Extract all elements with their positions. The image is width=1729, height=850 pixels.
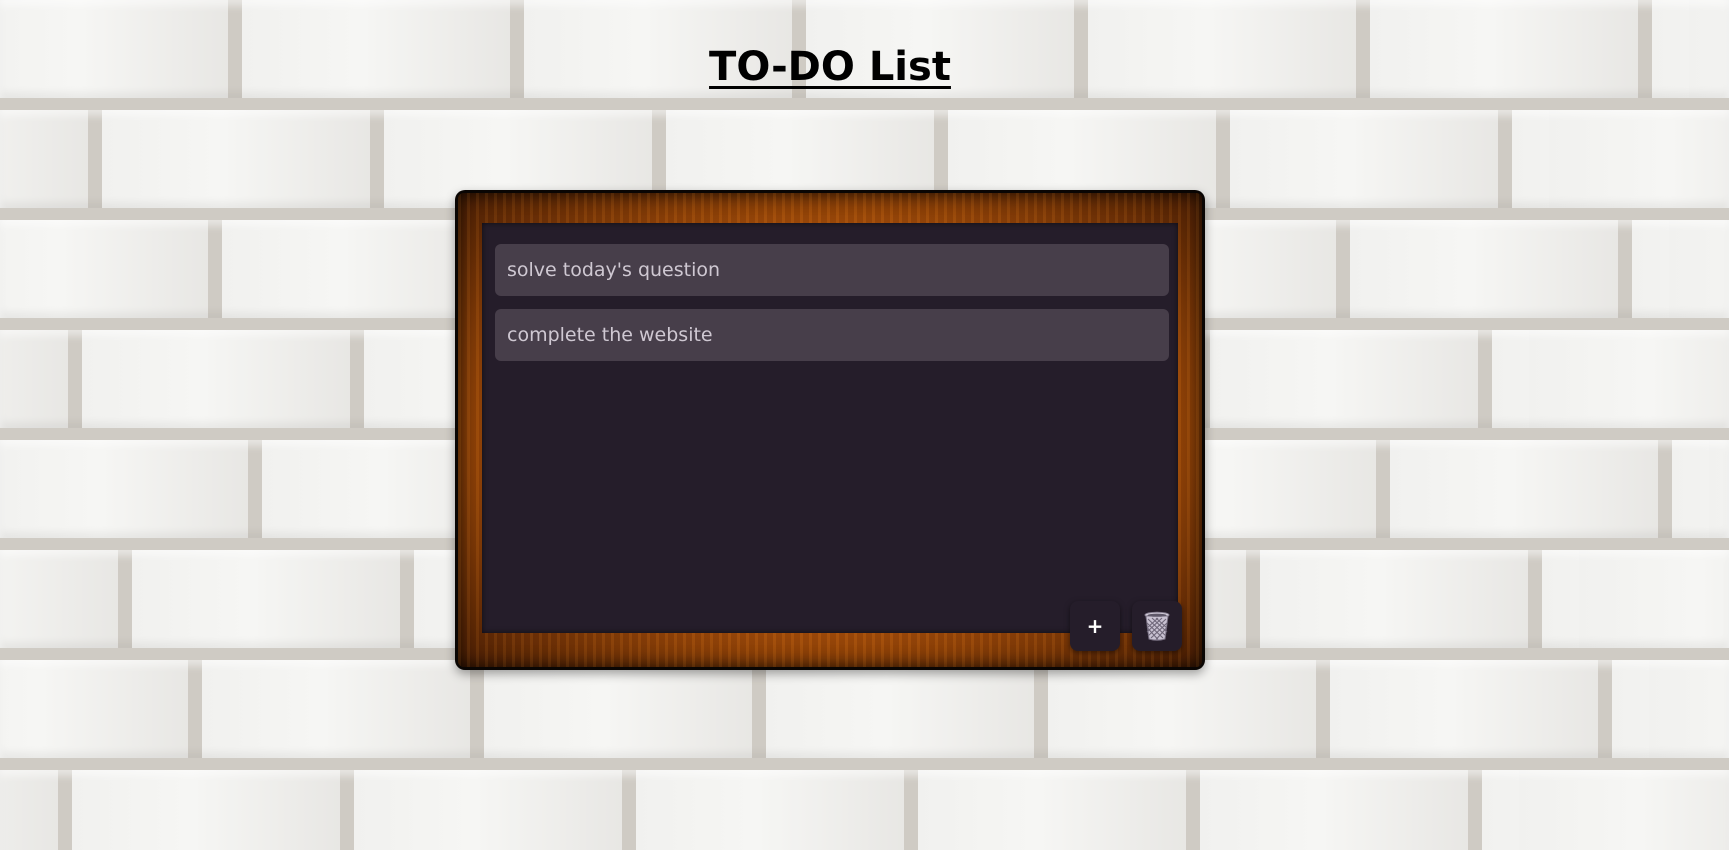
todo-board: solve today's question complete the webs… [455, 190, 1205, 670]
page-title: TO-DO List [709, 44, 951, 90]
todo-note[interactable]: solve today's question [495, 244, 1169, 296]
add-note-button[interactable]: + [1070, 601, 1120, 651]
brick-row [0, 770, 1729, 850]
todo-note[interactable]: complete the website [495, 309, 1169, 361]
trash-can-icon [1144, 611, 1170, 641]
plus-icon: + [1086, 614, 1104, 638]
delete-all-button[interactable] [1132, 601, 1182, 651]
wooden-frame: solve today's question complete the webs… [458, 193, 1202, 667]
brick-row [0, 660, 1729, 758]
